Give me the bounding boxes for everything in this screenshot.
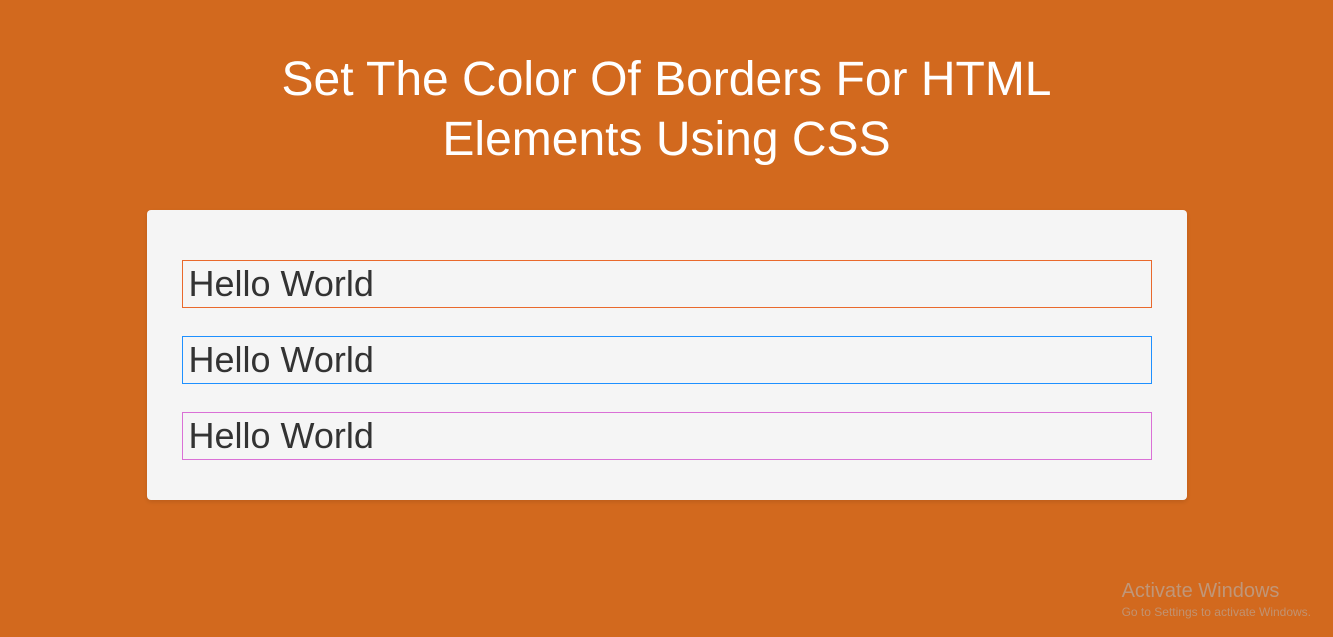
page-title: Set The Color Of Borders For HTML Elemen…	[217, 0, 1117, 170]
watermark-title: Activate Windows	[1122, 580, 1311, 603]
demo-box-violet: Hello World	[182, 412, 1152, 460]
demo-card: Hello World Hello World Hello World	[147, 210, 1187, 500]
watermark-subtitle: Go to Settings to activate Windows.	[1122, 605, 1311, 619]
demo-box-blue: Hello World	[182, 336, 1152, 384]
demo-box-orange: Hello World	[182, 260, 1152, 308]
windows-activation-watermark: Activate Windows Go to Settings to activ…	[1122, 580, 1311, 619]
